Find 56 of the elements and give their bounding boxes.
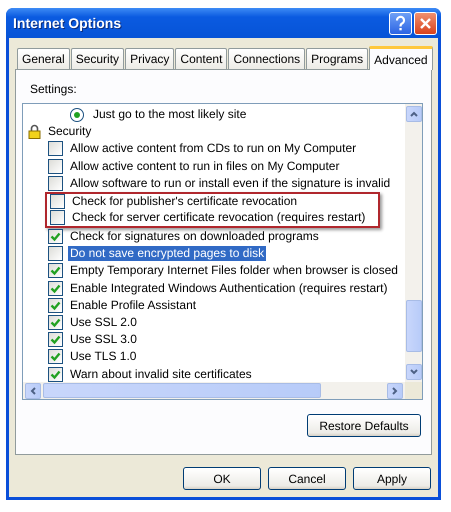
dialog-button[interactable]: Cancel [268,467,346,490]
checkbox[interactable] [48,141,63,156]
checkbox[interactable] [48,246,63,262]
scroll-down-button[interactable] [406,364,422,380]
option-label: Use SSL 2.0 [69,314,138,330]
option-label: Check for signatures on downloaded programs [69,229,320,244]
option-label: Warn about invalid site certificates [69,366,253,382]
dialog-button[interactable]: Apply [353,467,431,490]
settings-label: Settings: [30,82,78,96]
tab[interactable]: Security [70,48,124,69]
group-label: Security [47,124,92,140]
option-label: Allow software to run or install even if the signature is invalid [69,176,392,191]
checkbox[interactable] [48,229,63,244]
vertical-scrollbar[interactable] [405,104,422,382]
scrollbar-corner [405,382,422,399]
option-label: Enable Integrated Windows Authentication (requires restart) [69,280,389,296]
tab[interactable]: Programs [306,48,368,69]
tab[interactable]: Privacy [125,48,174,69]
tab[interactable]: Content [175,48,228,69]
checkbox[interactable] [48,366,63,382]
checkbox[interactable] [48,332,63,348]
tab[interactable]: General [17,48,70,69]
option-label: Check for publisher's certificate revocation [71,194,298,210]
checkbox[interactable] [48,280,63,296]
restore-defaults-button[interactable]: Restore Defaults [307,414,421,437]
scrollbar-thumb[interactable] [43,383,321,398]
radio-button[interactable] [70,108,84,122]
option-label: Just go to the most likely site [92,107,248,122]
horizontal-scrollbar[interactable] [23,382,405,399]
scroll-right-button[interactable] [387,383,403,399]
scroll-up-button[interactable] [406,106,422,122]
close-button[interactable] [414,12,437,34]
option-label: Use SSL 3.0 [69,332,138,348]
checkbox[interactable] [48,314,63,330]
checkbox[interactable] [50,194,65,210]
option-label: Allow active content to run in files on My Computer [69,158,340,174]
padlock-icon [28,124,41,140]
checkbox[interactable] [50,210,65,226]
help-button[interactable] [389,12,412,34]
scroll-left-button[interactable] [25,383,41,399]
option-label: Check for server certificate revocation (requires restart) [71,210,366,226]
option-label: Do not save encrypted pages to disk [68,246,266,262]
checkbox[interactable] [48,349,63,364]
dialog-button[interactable]: OK [183,467,261,490]
option-label: Allow active content from CDs to run on My Computer [69,141,358,156]
option-label: Empty Temporary Internet Files folder when browser is closed [69,263,399,278]
checkbox[interactable] [48,176,63,191]
checkbox[interactable] [48,298,63,313]
window-title: Internet Options [13,15,122,31]
tab[interactable]: Connections [228,48,306,69]
option-label: Use TLS 1.0 [69,349,138,364]
checkbox[interactable] [48,158,63,174]
option-label: Enable Profile Assistant [69,298,198,313]
tab[interactable]: Advanced [369,46,433,70]
checkbox[interactable] [48,263,63,278]
scrollbar-thumb[interactable] [406,300,422,352]
